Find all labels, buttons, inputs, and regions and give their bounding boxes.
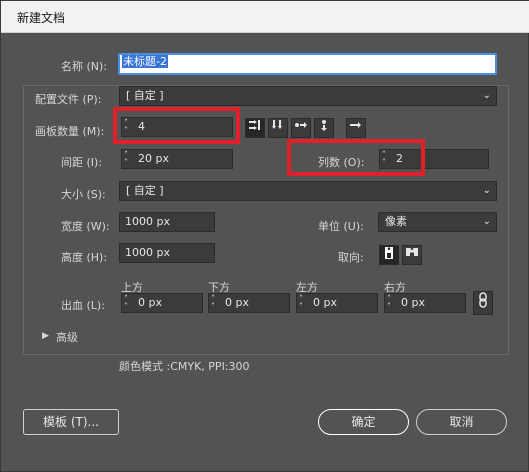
units-value: 像素 <box>385 215 407 228</box>
portrait-icon[interactable] <box>379 245 399 265</box>
landscape-icon[interactable] <box>402 245 422 265</box>
profile-label: 配置文件 (P): <box>35 93 102 106</box>
bleed-left-value: 0 px <box>313 296 337 309</box>
profile-value: [ 自定 ] <box>126 89 164 102</box>
spacing-label: 间距 (I): <box>61 156 103 169</box>
bleed-label: 出血 (L): <box>61 299 105 312</box>
spacing-value: 20 px <box>138 152 169 165</box>
artboards-label: 画板数量 (M): <box>35 125 105 138</box>
bleed-left-stepper[interactable]: ˄ ˅ 0 px <box>296 293 378 313</box>
bleed-right-stepper[interactable]: ˄ ˅ 0 px <box>384 293 466 313</box>
profile-select[interactable]: [ 自定 ] ⌄ <box>119 86 497 106</box>
width-label: 宽度 (W): <box>61 220 110 233</box>
stepper-arrows-icon[interactable]: ˄ ˅ <box>124 295 134 311</box>
arrange-by-row-icon[interactable] <box>291 118 311 138</box>
artboards-highlight <box>113 107 240 144</box>
height-label: 高度 (H): <box>61 251 108 264</box>
disclosure-triangle-icon[interactable]: ▶ <box>42 331 49 341</box>
cancel-button[interactable]: 取消 <box>416 409 507 435</box>
size-select[interactable]: [ 自定 ] ⌄ <box>119 181 497 201</box>
arrange-by-column-icon[interactable] <box>314 118 334 138</box>
bleed-bottom-stepper[interactable]: ˄ ˅ 0 px <box>208 293 290 313</box>
units-select[interactable]: 像素 ⌄ <box>378 212 497 232</box>
templates-button[interactable]: 模板 (T)... <box>23 409 119 435</box>
chevron-down-icon: ⌄ <box>482 90 491 101</box>
width-input[interactable]: 1000 px <box>119 212 215 232</box>
title-bar: 新建文档 <box>1 1 529 33</box>
height-value: 1000 px <box>125 246 170 259</box>
bleed-top-stepper[interactable]: ˄ ˅ 0 px <box>121 293 203 313</box>
right-to-left-icon[interactable] <box>346 118 366 138</box>
size-value: [ 自定 ] <box>126 184 164 197</box>
size-label: 大小 (S): <box>61 188 106 201</box>
window-title: 新建文档 <box>17 11 66 25</box>
name-input[interactable]: 未标题-2 <box>118 53 497 75</box>
stepper-arrows-icon[interactable]: ˄ ˅ <box>299 295 309 311</box>
orientation-label: 取向: <box>338 251 364 264</box>
link-icon[interactable] <box>473 291 493 315</box>
units-label: 单位 (U): <box>318 220 364 233</box>
bleed-top-value: 0 px <box>138 296 162 309</box>
chevron-down-icon: ⌄ <box>482 216 491 227</box>
grid-by-row-icon[interactable] <box>245 118 265 138</box>
advanced-label[interactable]: 高级 <box>56 329 78 345</box>
spacing-stepper[interactable]: ˄ ˅ 20 px <box>121 149 233 169</box>
height-input[interactable]: 1000 px <box>119 243 215 263</box>
bleed-bottom-value: 0 px <box>225 296 249 309</box>
name-label: 名称 (N): <box>61 60 108 73</box>
name-value: 未标题-2 <box>122 55 168 68</box>
width-value: 1000 px <box>125 215 170 228</box>
grid-by-column-icon[interactable] <box>268 118 288 138</box>
stepper-arrows-icon[interactable]: ˄ ˅ <box>211 295 221 311</box>
columns-highlight <box>287 139 425 176</box>
color-mode-info: 颜色模式 :CMYK, PPI:300 <box>119 360 250 373</box>
ok-button[interactable]: 确定 <box>318 409 409 435</box>
bleed-right-value: 0 px <box>401 296 425 309</box>
chevron-down-icon: ⌄ <box>482 185 491 196</box>
stepper-arrows-icon[interactable]: ˄ ˅ <box>124 151 134 167</box>
stepper-arrows-icon[interactable]: ˄ ˅ <box>387 295 397 311</box>
new-document-dialog: 新建文档 名称 (N): 未标题-2 配置文件 (P): [ 自定 ] ⌄ 画板… <box>0 0 529 472</box>
